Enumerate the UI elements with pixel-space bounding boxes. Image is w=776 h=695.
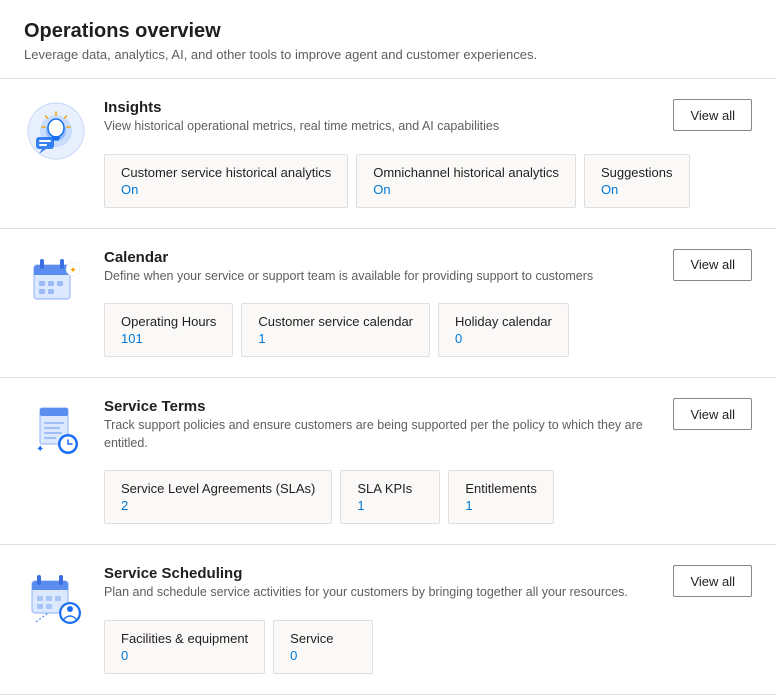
card-service-calendar-label: Customer service calendar [258,314,413,329]
card-historical-analytics-value: On [121,182,331,197]
service-terms-content: Service Terms Track support policies and… [104,398,752,524]
insights-icon [26,101,86,161]
card-holiday-calendar-label: Holiday calendar [455,314,552,329]
card-service-label: Service [290,631,356,646]
service-terms-desc: Track support policies and ensure custom… [104,417,657,452]
service-scheduling-view-all-button[interactable]: View all [673,565,752,597]
card-omnichannel-analytics-label: Omnichannel historical analytics [373,165,559,180]
calendar-title-desc: Calendar Define when your service or sup… [104,249,593,300]
card-sla-kpis-value: 1 [357,498,423,513]
card-historical-analytics-label: Customer service historical analytics [121,165,331,180]
card-sla[interactable]: Service Level Agreements (SLAs) 2 [104,470,332,524]
insights-title: Insights [104,99,499,116]
insights-desc: View historical operational metrics, rea… [104,118,499,136]
card-operating-hours-value: 101 [121,331,216,346]
service-scheduling-title-desc: Service Scheduling Plan and schedule ser… [104,565,628,616]
calendar-title: Calendar [104,249,593,266]
card-suggestions-label: Suggestions [601,165,673,180]
insights-view-all-button[interactable]: View all [673,99,752,131]
card-facilities-equipment-value: 0 [121,648,248,663]
card-sla-label: Service Level Agreements (SLAs) [121,481,315,496]
insights-content: Insights View historical operational met… [104,99,752,208]
service-terms-header: Service Terms Track support policies and… [104,398,752,466]
card-entitlements-value: 1 [465,498,537,513]
calendar-desc: Define when your service or support team… [104,268,593,286]
insights-header: Insights View historical operational met… [104,99,752,150]
section-service-terms: ✦ Service Terms Track support policies a… [0,378,776,545]
service-terms-icon: ✦ [26,400,86,460]
card-service-value: 0 [290,648,356,663]
card-sla-kpis[interactable]: SLA KPIs 1 [340,470,440,524]
card-operating-hours-label: Operating Hours [121,314,216,329]
insights-icon-wrap [24,99,88,163]
service-terms-view-all-button[interactable]: View all [673,398,752,430]
svg-text:✦: ✦ [69,265,77,275]
card-omnichannel-analytics-value: On [373,182,559,197]
service-scheduling-header: Service Scheduling Plan and schedule ser… [104,565,752,616]
service-terms-cards-row: Service Level Agreements (SLAs) 2 SLA KP… [104,470,752,524]
card-service-calendar-value: 1 [258,331,413,346]
calendar-cards-row: Operating Hours 101 Customer service cal… [104,303,752,357]
card-holiday-calendar[interactable]: Holiday calendar 0 [438,303,569,357]
service-terms-title-desc: Service Terms Track support policies and… [104,398,657,466]
card-historical-analytics[interactable]: Customer service historical analytics On [104,154,348,208]
card-sla-kpis-label: SLA KPIs [357,481,423,496]
page-subtitle: Leverage data, analytics, AI, and other … [24,47,752,62]
service-scheduling-desc: Plan and schedule service activities for… [104,584,628,602]
insights-title-desc: Insights View historical operational met… [104,99,499,150]
card-facilities-equipment[interactable]: Facilities & equipment 0 [104,620,265,674]
calendar-view-all-button[interactable]: View all [673,249,752,281]
service-scheduling-content: Service Scheduling Plan and schedule ser… [104,565,752,674]
card-operating-hours[interactable]: Operating Hours 101 [104,303,233,357]
service-scheduling-title: Service Scheduling [104,565,628,582]
card-entitlements-label: Entitlements [465,481,537,496]
calendar-icon-wrap: ✦ [24,249,88,313]
page-container: Operations overview Leverage data, analy… [0,0,776,695]
card-entitlements[interactable]: Entitlements 1 [448,470,554,524]
page-title: Operations overview [24,20,752,43]
service-scheduling-icon [26,567,86,627]
page-header: Operations overview Leverage data, analy… [0,0,776,79]
calendar-header: Calendar Define when your service or sup… [104,249,752,300]
card-holiday-calendar-value: 0 [455,331,552,346]
section-calendar: ✦ Calendar Define when your service or s… [0,229,776,379]
service-terms-icon-wrap: ✦ [24,398,88,462]
card-suggestions[interactable]: Suggestions On [584,154,690,208]
card-sla-value: 2 [121,498,315,513]
calendar-icon: ✦ [26,251,86,311]
card-suggestions-value: On [601,182,673,197]
card-omnichannel-analytics[interactable]: Omnichannel historical analytics On [356,154,576,208]
card-service[interactable]: Service 0 [273,620,373,674]
insights-cards-row: Customer service historical analytics On… [104,154,752,208]
card-facilities-equipment-label: Facilities & equipment [121,631,248,646]
service-scheduling-cards-row: Facilities & equipment 0 Service 0 [104,620,752,674]
section-service-scheduling: Service Scheduling Plan and schedule ser… [0,545,776,695]
service-terms-title: Service Terms [104,398,657,415]
service-scheduling-icon-wrap [24,565,88,629]
svg-text:✦: ✦ [36,444,44,455]
section-insights: Insights View historical operational met… [0,79,776,229]
card-service-calendar[interactable]: Customer service calendar 1 [241,303,430,357]
calendar-content: Calendar Define when your service or sup… [104,249,752,358]
